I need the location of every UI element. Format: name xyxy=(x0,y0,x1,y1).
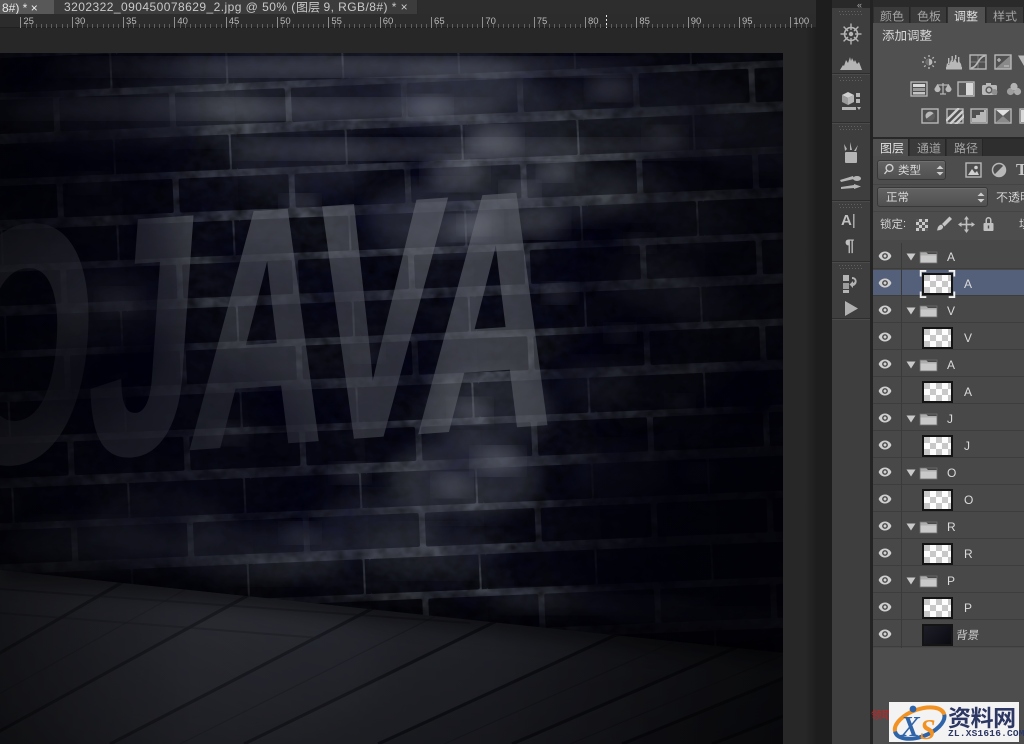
svg-text:S: S xyxy=(920,715,936,741)
svg-text:X: X xyxy=(900,712,921,741)
